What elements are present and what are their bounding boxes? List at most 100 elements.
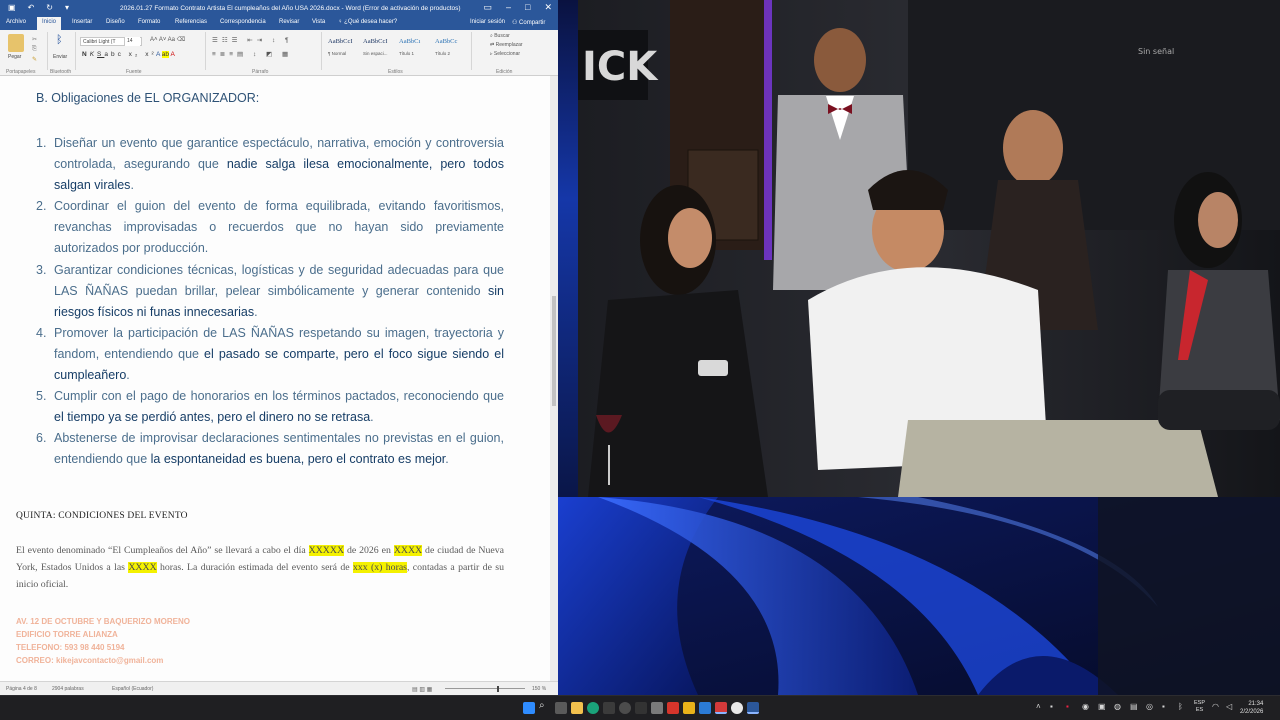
list-number: 6. (36, 431, 47, 446)
sign-in-link[interactable]: Iniciar sesión (470, 19, 505, 25)
paragraph-group: ☰☷☰ ⇤⇥ ↕ ¶ ≡≣≡▤ ↕ ◩ ▦ Párrafo (206, 32, 322, 75)
zoom-level[interactable]: 150 % (532, 686, 546, 692)
paste-label[interactable]: Pegar (8, 54, 21, 60)
tray-app-8-icon[interactable]: ▪ (1162, 702, 1165, 711)
cut-icon[interactable]: ✂ (32, 36, 37, 43)
ribbon-tabs: Archivo Inicio Insertar Diseño Formato R… (0, 17, 558, 30)
wifi-icon[interactable]: ◠ (1212, 702, 1219, 711)
file-explorer-icon[interactable] (571, 702, 583, 714)
tab-formato[interactable]: Formato (138, 19, 160, 25)
style-no-spacing[interactable]: AaBbCcI Sin espaci... (363, 38, 397, 64)
start-icon[interactable] (523, 702, 535, 714)
app-icon-2[interactable] (619, 702, 631, 714)
tray-app-7-icon[interactable]: ◎ (1146, 702, 1153, 711)
language-status[interactable]: Español (Ecuador) (112, 686, 153, 692)
maximize-icon[interactable]: □ (525, 2, 530, 13)
volume-icon[interactable]: ◁ (1226, 702, 1232, 711)
tray-app-4-icon[interactable]: ▣ (1098, 702, 1106, 711)
edge-icon[interactable] (587, 702, 599, 714)
format-painter-icon[interactable]: ✎ (32, 56, 37, 63)
obligation-emphasis: la espontaneidad es buena, pero el contr… (150, 452, 446, 467)
wallpaper-strip (558, 0, 578, 497)
vertical-scrollbar[interactable] (550, 76, 558, 681)
redo-icon[interactable]: ↻ (46, 3, 53, 12)
font-format-buttons[interactable]: NKSabc x₂ x² (82, 51, 157, 58)
tab-diseno[interactable]: Diseño (106, 19, 125, 25)
clock-time: 21:34 (1248, 701, 1264, 707)
desktop-wallpaper (558, 497, 1280, 695)
list-buttons[interactable]: ☰☷☰ ⇤⇥ ↕ ¶ (212, 36, 293, 44)
word-icon[interactable] (747, 702, 759, 714)
tray-chevron-icon[interactable]: ˄ (1036, 702, 1041, 711)
bluetooth-icon[interactable]: ᛒ (56, 34, 63, 46)
style-heading-1[interactable]: AaBbCı Título 1 (399, 38, 433, 64)
zoom-slider-knob[interactable] (497, 686, 499, 692)
obligation-item: 6. Abstenerse de improvisar declaraciones… (36, 428, 504, 470)
tab-referencias[interactable]: Referencias (175, 19, 207, 25)
video-frame[interactable]: ICK Sin señal (578, 0, 1280, 497)
tray-app-6-icon[interactable]: ▤ (1130, 702, 1138, 711)
clock[interactable]: 21:34 2/2/2026 (1240, 700, 1263, 716)
quick-access-toolbar: ▣ ↶ ↻ ▾ (8, 3, 69, 12)
share-button[interactable]: ⚇ Compartir (512, 19, 545, 26)
ribbon-home: Pegar ✂ ⎘ ✎ Portapapeles ᛒ Enviar Blueto… (0, 30, 558, 76)
app-icon-1[interactable] (603, 702, 615, 714)
obs-icon[interactable] (731, 702, 743, 714)
align-buttons[interactable]: ≡≣≡▤ ↕ ◩ ▦ (212, 50, 292, 58)
obligation-item: 4. Promover la participación de LAS ÑAÑAS… (36, 323, 504, 386)
app-icon-4[interactable] (651, 702, 663, 714)
app-icon-6[interactable] (683, 702, 695, 714)
copy-icon[interactable]: ⎘ (32, 46, 37, 53)
replace-button[interactable]: ⇄ Reemplazar (490, 42, 550, 48)
tray-app-1-icon[interactable]: ▪ (1050, 702, 1053, 711)
tab-revisar[interactable]: Revisar (279, 19, 299, 25)
page-count[interactable]: Página 4 de 8 (6, 686, 37, 692)
undo-icon[interactable]: ↶ (28, 3, 35, 12)
obligation-end: . (254, 304, 258, 319)
tray-app-2-icon[interactable]: ▪ (1066, 702, 1069, 711)
paste-icon[interactable] (8, 34, 24, 52)
word-window: ▣ ↶ ↻ ▾ 2026.01.27 Formato Contrato Arti… (0, 0, 558, 695)
tab-correspondencia[interactable]: Correspondencia (220, 19, 266, 25)
style-heading-2[interactable]: AaBbCc Título 2 (435, 38, 469, 64)
obligations-list: 1. Diseñar un evento que garantice espect… (36, 133, 504, 471)
tab-vista[interactable]: Vista (312, 19, 325, 25)
search-icon[interactable]: ⌕ (539, 700, 551, 712)
app-icon-3[interactable] (635, 702, 647, 714)
style-preview: AaBbCcI (328, 38, 353, 45)
close-icon[interactable]: ✕ (544, 2, 552, 13)
task-view-icon[interactable] (555, 702, 567, 714)
vscode-icon[interactable] (699, 702, 711, 714)
customize-qa-icon[interactable]: ▾ (65, 3, 69, 12)
find-button[interactable]: ⌕ Buscar (490, 33, 550, 39)
app-icon-5[interactable] (667, 702, 679, 714)
font-color-icon[interactable]: A ab A (156, 51, 175, 58)
save-icon[interactable]: ▣ (8, 3, 16, 12)
window-title: 2026.01.27 Formato Contrato Artista El c… (120, 5, 461, 12)
view-mode-icons[interactable]: ▤ ▥ ▦ (412, 686, 432, 693)
select-button[interactable]: ▹ Seleccionar (490, 51, 550, 57)
tab-archivo[interactable]: Archivo (6, 19, 26, 25)
scrollbar-thumb[interactable] (552, 296, 556, 406)
obligation-end: . (130, 178, 134, 193)
document-area[interactable]: B. Obligaciones de EL ORGANIZADOR: 1. Dis… (0, 76, 550, 681)
active-app-icon[interactable] (715, 702, 727, 714)
tray-app-5-icon[interactable]: ◍ (1114, 702, 1121, 711)
style-name: Título 1 (399, 51, 415, 56)
style-normal[interactable]: AaBbCcI ¶ Normal (328, 38, 362, 64)
ribbon-options-icon[interactable]: ▭ (483, 2, 492, 13)
grow-font-icon[interactable]: A˄ A˅ Aa ⌫ (150, 36, 185, 43)
zoom-slider[interactable] (445, 688, 525, 689)
tab-insertar[interactable]: Insertar (72, 19, 92, 25)
font-size-select[interactable]: 14 (124, 37, 140, 46)
language-indicator[interactable]: ESP ES (1194, 700, 1205, 714)
taskbar: ⌕ ˄ ▪ ▪ ◉ ▣ ◍ ▤ ◎ ▪ ᛒ ESP ES ◠ ◁ 21:34 2/2… (0, 695, 1280, 720)
word-count[interactable]: 2904 palabras (52, 686, 84, 692)
bluetooth-send-label[interactable]: Enviar (53, 54, 67, 60)
tray-app-3-icon[interactable]: ◉ (1082, 702, 1089, 711)
tell-me-search[interactable]: ♀ ¿Qué desea hacer? (338, 19, 397, 25)
minimize-icon[interactable]: – (506, 2, 511, 13)
tab-inicio[interactable]: Inicio (37, 17, 62, 30)
address-line: AV. 12 DE OCTUBRE Y BAQUERIZO MORENO (16, 617, 190, 626)
bluetooth-tray-icon[interactable]: ᛒ (1178, 702, 1183, 711)
